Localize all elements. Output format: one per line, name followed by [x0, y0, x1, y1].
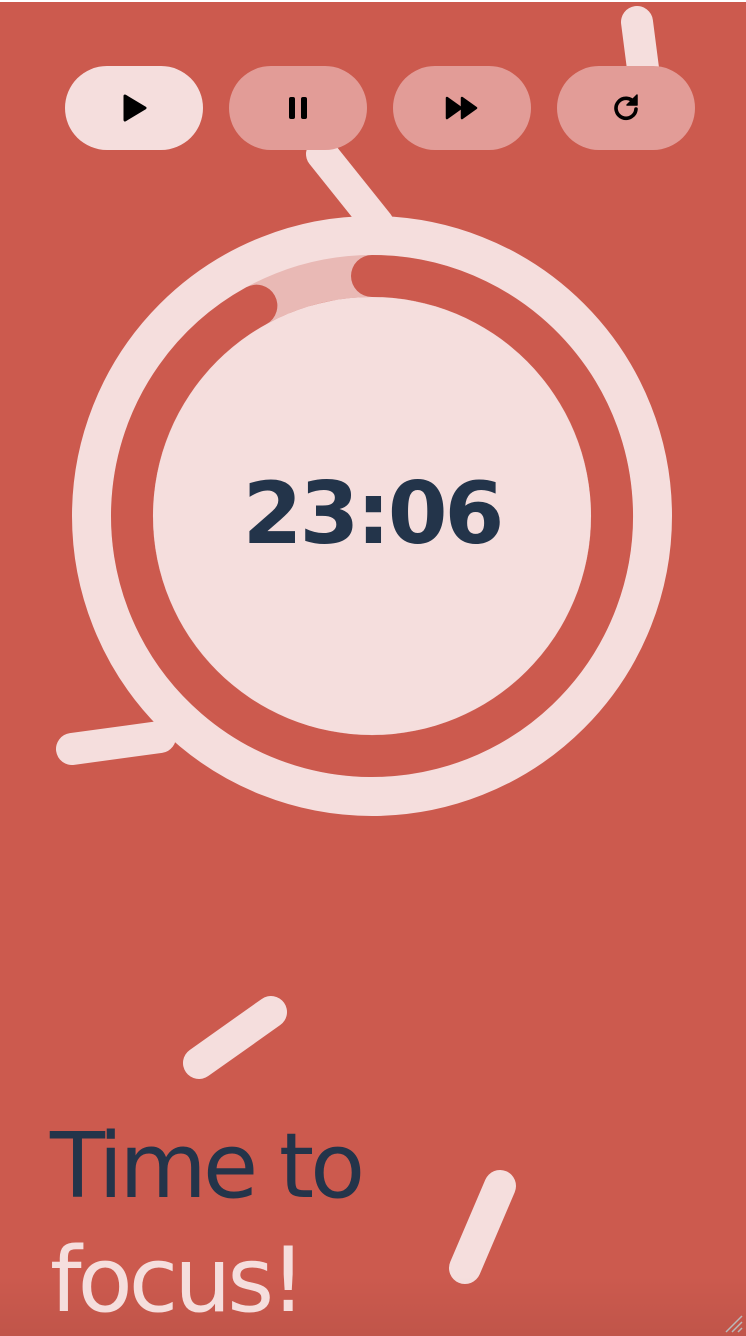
- reset-button[interactable]: [557, 66, 695, 150]
- play-button[interactable]: [65, 66, 203, 150]
- confetti-stick: [183, 996, 287, 1079]
- time-remaining: 23:06: [242, 464, 505, 564]
- skip-button[interactable]: [393, 66, 531, 150]
- headline-line-2: focus!: [50, 1228, 306, 1333]
- play-icon: [120, 93, 148, 123]
- reset-icon: [610, 92, 642, 124]
- session-headline: Time to focus!: [50, 1110, 470, 1336]
- fast-forward-icon: [444, 95, 480, 121]
- pause-button[interactable]: [229, 66, 367, 150]
- pomodoro-app: 23:06 Time to focus!: [0, 2, 746, 1336]
- pause-icon: [286, 95, 310, 121]
- headline-line-1: Time to: [50, 1114, 365, 1219]
- confetti-stick: [449, 1170, 516, 1284]
- timer-controls: [65, 66, 695, 150]
- resize-grip-icon[interactable]: [720, 1310, 744, 1334]
